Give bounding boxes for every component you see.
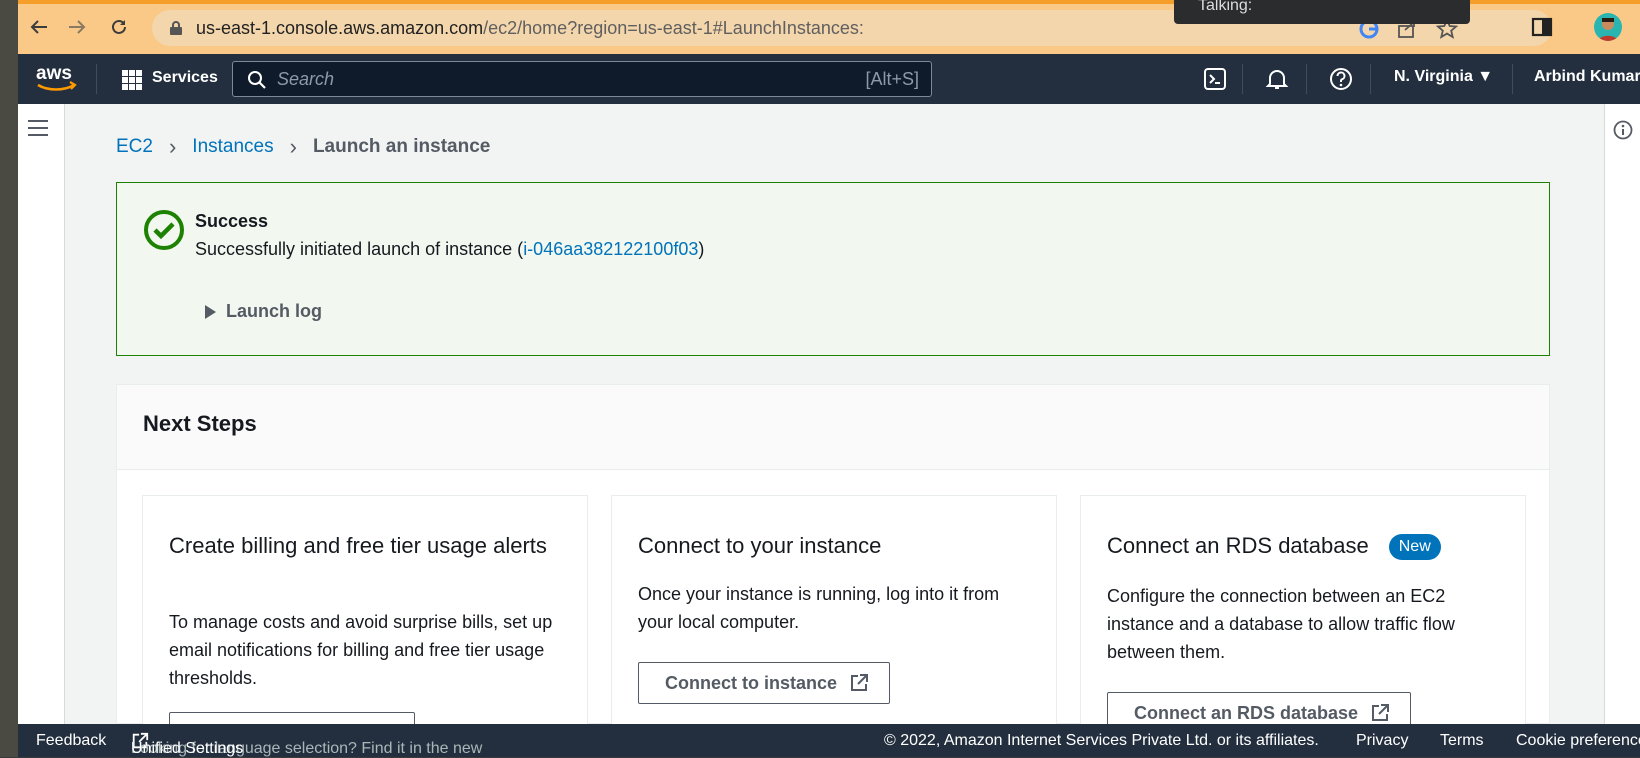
flash-message-suffix: ) (698, 239, 705, 259)
forward-arrow-icon[interactable] (62, 12, 92, 42)
right-tools-rail (1604, 104, 1640, 724)
region-label: N. Virginia (1394, 68, 1473, 85)
external-link-icon (1372, 704, 1390, 721)
connect-rds-label: Connect an RDS database (1134, 702, 1359, 723)
new-badge: New (1388, 534, 1441, 560)
breadcrumb-current: Launch an instance (312, 136, 491, 157)
card-title-text: Connect an RDS database (1107, 533, 1369, 558)
browser-toolbar: us-east-1.console.aws.amazon.com/ec2/hom… (18, 0, 1640, 54)
lock-icon (170, 21, 182, 35)
tooltip-text: Talking: (1198, 0, 1253, 14)
back-arrow-icon[interactable] (24, 12, 54, 42)
header-divider (96, 64, 97, 94)
header-divider (1306, 64, 1307, 94)
privacy-link[interactable]: Privacy (1356, 732, 1408, 750)
instance-id-link[interactable]: i-046aa382122100f03 (523, 239, 698, 259)
search-icon (248, 71, 266, 89)
feedback-link[interactable]: Feedback (36, 732, 106, 750)
window-left-edge (0, 0, 18, 757)
caret-down-icon: ▼ (1477, 68, 1494, 85)
terms-link[interactable]: Terms (1440, 732, 1484, 750)
success-flash: Success Successfully initiated launch of… (116, 182, 1550, 356)
card-title: Connect to your instance (638, 533, 882, 558)
reload-icon[interactable] (104, 12, 134, 42)
header-divider (1370, 64, 1371, 94)
card-connect-instance: Connect to your instance Once your insta… (611, 495, 1057, 735)
account-menu[interactable]: Arbind Kumar (1534, 68, 1640, 86)
card-connect-rds: Connect an RDS database New Configure the… (1080, 495, 1526, 735)
cookie-preferences-link[interactable]: Cookie preference (1516, 732, 1640, 750)
notifications-bell-icon[interactable] (1264, 66, 1290, 92)
launch-log-label: Launch log (226, 301, 322, 321)
copyright: © 2022, Amazon Internet Services Private… (884, 732, 1319, 749)
caret-right-icon (205, 304, 216, 319)
card-title: Connect an RDS database New (1107, 532, 1497, 560)
aws-logo[interactable]: aws (34, 62, 78, 94)
hover-tooltip: Talking: (1174, 0, 1470, 24)
header-divider (1242, 64, 1243, 94)
card-body: Once your instance is running, log into … (638, 584, 1000, 632)
services-menu[interactable]: Services (152, 69, 218, 87)
side-navigation (18, 104, 65, 724)
connect-to-instance-button[interactable]: Connect to instance (638, 662, 891, 704)
hamburger-menu-icon[interactable] (28, 120, 48, 138)
next-steps-panel: Next Steps Create billing and free tier … (116, 384, 1550, 754)
aws-logo-text: aws (36, 63, 72, 84)
url-host: us-east-1.console.aws.amazon.com (196, 18, 484, 38)
flash-title: Success (195, 211, 269, 231)
card-body: Configure the connection between an EC2 … (1107, 586, 1455, 662)
connect-to-instance-label: Connect to instance (665, 672, 838, 693)
search-shortcut: [Alt+S] (865, 69, 919, 89)
header-divider (1512, 64, 1513, 94)
info-icon[interactable] (1613, 120, 1633, 140)
breadcrumb-instances[interactable]: Instances (192, 136, 273, 158)
card-body: To manage costs and avoid surprise bills… (169, 612, 553, 688)
external-link-icon (851, 674, 869, 691)
cloudshell-icon[interactable] (1202, 66, 1228, 92)
breadcrumb-ec2[interactable]: EC2 (116, 136, 153, 158)
card-title: Create billing and free tier usage alert… (169, 533, 547, 558)
launch-log-expander[interactable]: Launch log (205, 301, 322, 322)
card-billing-alerts: Create billing and free tier usage alert… (142, 495, 588, 754)
flash-message-prefix: Successfully initiated launch of instanc… (195, 239, 524, 259)
url-path: /ec2/home?region=us-east-1#LaunchInstanc… (483, 18, 864, 38)
address-url: us-east-1.console.aws.amazon.com/ec2/hom… (196, 18, 864, 39)
main-content: EC2 › Instances › Launch an instance Suc… (18, 104, 1640, 754)
profile-avatar[interactable] (1594, 13, 1622, 41)
unified-settings-link[interactable]: Unified Settings (131, 740, 243, 758)
side-panel-icon[interactable] (1530, 15, 1554, 39)
breadcrumb: EC2 › Instances › Launch an instance (116, 134, 490, 160)
services-grid-icon[interactable] (122, 70, 142, 90)
help-icon[interactable] (1328, 66, 1354, 92)
aws-console-header: aws Services Search [Alt+S] N. Virginia … (18, 54, 1640, 104)
success-check-icon (144, 210, 184, 250)
search-input[interactable]: Search [Alt+S] (232, 61, 932, 97)
region-selector[interactable]: N. Virginia ▼ (1394, 68, 1493, 86)
search-placeholder: Search (277, 69, 335, 89)
next-steps-header: Next Steps (117, 385, 1549, 470)
language-prompt: Looking for language selection? Find it … (131, 732, 482, 757)
console-footer: Feedback Looking for language selection?… (18, 724, 1640, 757)
chevron-right-icon: › (289, 134, 297, 159)
flash-message: Successfully initiated launch of instanc… (195, 239, 704, 260)
next-steps-title: Next Steps (143, 411, 257, 436)
chevron-right-icon: › (168, 134, 177, 159)
